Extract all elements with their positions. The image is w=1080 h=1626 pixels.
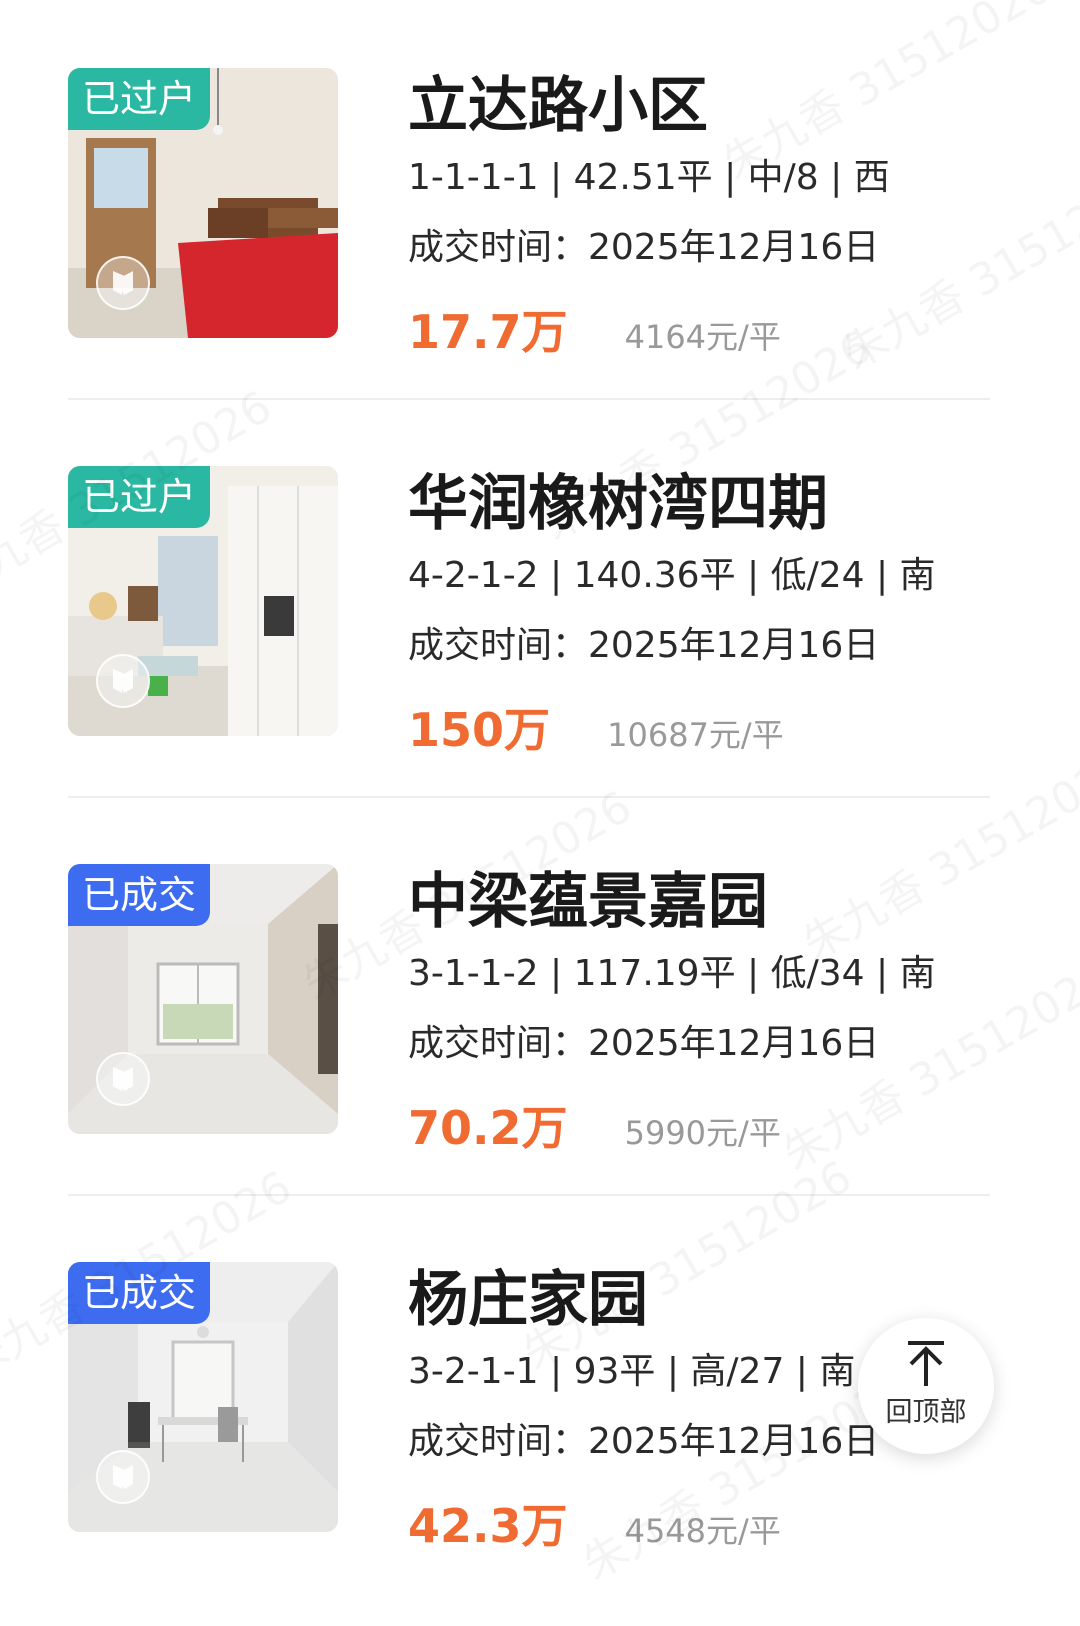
total-price: 70.2万 — [408, 1101, 568, 1155]
status-badge: 已成交 — [68, 1262, 211, 1324]
unit-price: 10687元/平 — [607, 716, 784, 754]
vr-tour-icon[interactable] — [96, 654, 150, 708]
status-badge: 已成交 — [68, 864, 211, 926]
listing-photo[interactable]: 已成交 — [68, 1262, 338, 1532]
deal-time: 成交时间：2025年12月16日 — [408, 625, 880, 666]
status-badge: 已过户 — [68, 68, 211, 130]
listing-title[interactable]: 华润橡树湾四期 — [408, 464, 1048, 544]
deal-time: 成交时间：2025年12月16日 — [408, 227, 880, 268]
vr-tour-icon[interactable] — [96, 1052, 150, 1106]
listing-item[interactable]: 已成交 中梁蕴景嘉园 3-1-1-2 | 117.19平 | 低/34 | 南 … — [0, 796, 1080, 1196]
listing-specs: 4-2-1-2 | 140.36平 | 低/24 | 南 — [408, 555, 936, 596]
listing-specs: 3-1-1-2 | 117.19平 | 低/34 | 南 — [408, 953, 936, 994]
total-price: 42.3万 — [408, 1499, 568, 1553]
back-to-top-button[interactable]: 回顶部 — [858, 1318, 994, 1454]
vr-tour-icon[interactable] — [96, 1450, 150, 1504]
listing-photo[interactable]: 已成交 — [68, 864, 338, 1134]
vr-tour-icon[interactable] — [96, 256, 150, 310]
listing-title[interactable]: 中梁蕴景嘉园 — [408, 862, 1048, 942]
listing-photo[interactable]: 已过户 — [68, 466, 338, 736]
arrow-up-to-top-icon — [908, 1341, 944, 1386]
listing-specs: 1-1-1-1 | 42.51平 | 中/8 | 西 — [408, 157, 890, 198]
listing-item[interactable]: 已过户 立达路小区 1-1-1-1 | 42.51平 | 中/8 | 西 成交时… — [0, 0, 1080, 400]
listing-photo[interactable]: 已过户 — [68, 68, 338, 338]
total-price: 17.7万 — [408, 305, 568, 359]
unit-price: 5990元/平 — [624, 1114, 781, 1152]
listing-item[interactable]: 已过户 华润橡树湾四期 4-2-1-2 | 140.36平 | 低/24 | 南… — [0, 398, 1080, 798]
total-price: 150万 — [408, 703, 551, 757]
listing-title[interactable]: 立达路小区 — [408, 66, 1048, 146]
status-badge: 已过户 — [68, 466, 211, 528]
back-to-top-label: 回顶部 — [885, 1397, 967, 1428]
unit-price: 4548元/平 — [624, 1512, 781, 1550]
deal-time: 成交时间：2025年12月16日 — [408, 1023, 880, 1064]
unit-price: 4164元/平 — [624, 318, 781, 356]
